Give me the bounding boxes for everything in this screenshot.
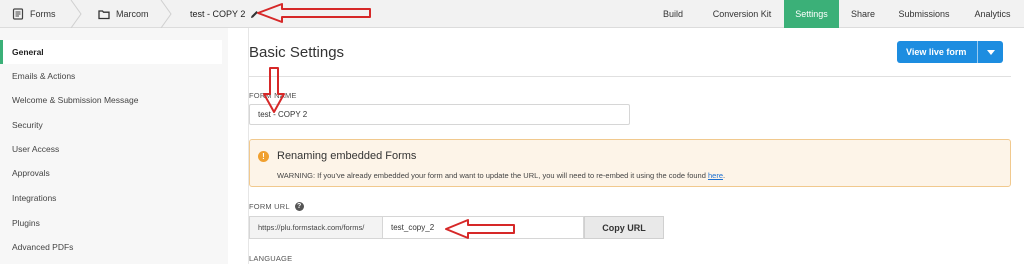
- page-title: Basic Settings: [249, 44, 345, 61]
- annotation-arrow-left: [445, 219, 515, 239]
- form-name-input[interactable]: test - COPY 2: [249, 104, 630, 125]
- view-live-form-label: View live form: [906, 47, 967, 57]
- divider: [249, 76, 1011, 77]
- settings-sidebar: General Emails & Actions Welcome & Submi…: [0, 28, 228, 264]
- tab-submissions[interactable]: Submissions: [887, 0, 961, 28]
- info-icon: !: [258, 151, 269, 162]
- breadcrumb-forms-label: Forms: [30, 9, 56, 19]
- sidebar-item-integrations[interactable]: Integrations: [0, 186, 222, 210]
- breadcrumb-form-title[interactable]: test - COPY 2: [190, 0, 259, 28]
- chevron-down-icon[interactable]: [977, 41, 1003, 63]
- breadcrumb-separator: [70, 0, 82, 29]
- tab-analytics[interactable]: Analytics: [961, 0, 1024, 28]
- form-tabs: Build Conversion Kit Settings Share Subm…: [646, 0, 1024, 28]
- annotation-arrow-down: [263, 67, 285, 113]
- language-label: LANGUAGE: [249, 254, 293, 263]
- folder-icon: [98, 8, 110, 20]
- sidebar-item-emails-actions[interactable]: Emails & Actions: [0, 64, 222, 88]
- alert-here-link[interactable]: here: [708, 171, 723, 180]
- alert-message: WARNING: If you've already embedded your…: [277, 171, 725, 180]
- sidebar-item-welcome-submission[interactable]: Welcome & Submission Message: [0, 88, 222, 112]
- renaming-warning-alert: ! Renaming embedded Forms WARNING: If yo…: [249, 139, 1011, 187]
- tab-share[interactable]: Share: [839, 0, 887, 28]
- view-live-form-button[interactable]: View live form: [897, 41, 1003, 63]
- help-icon[interactable]: ?: [294, 202, 304, 211]
- sidebar-item-advanced-pdfs[interactable]: Advanced PDFs: [0, 235, 222, 259]
- sidebar-item-plugins[interactable]: Plugins: [0, 211, 222, 235]
- breadcrumb-forms[interactable]: Forms: [12, 0, 56, 28]
- forms-icon: [12, 8, 24, 20]
- tab-settings[interactable]: Settings: [784, 0, 839, 28]
- basic-settings-panel: Basic Settings View live form FORM NAME …: [248, 28, 1024, 264]
- sidebar-item-user-access[interactable]: User Access: [0, 137, 222, 161]
- alert-message-end: .: [723, 171, 726, 180]
- form-url-label: FORM URL: [249, 202, 290, 211]
- breadcrumb-folder[interactable]: Marcom: [98, 0, 149, 28]
- form-title-label: test - COPY 2: [190, 9, 246, 19]
- form-url-label-row: FORM URL ?: [249, 202, 304, 211]
- top-navigation: Forms Marcom test - COPY 2 Build Convers…: [0, 0, 1024, 29]
- tab-build[interactable]: Build: [646, 0, 700, 28]
- main-content: Basic Settings View live form FORM NAME …: [228, 28, 1024, 264]
- sidebar-item-approvals[interactable]: Approvals: [0, 161, 222, 185]
- breadcrumb-separator: [160, 0, 172, 29]
- copy-url-button[interactable]: Copy URL: [584, 216, 664, 239]
- sidebar-item-general[interactable]: General: [0, 40, 222, 64]
- sidebar-item-security[interactable]: Security: [0, 113, 222, 137]
- alert-message-text: WARNING: If you've already embedded your…: [277, 171, 708, 180]
- url-prefix: https://plu.formstack.com/forms/: [249, 216, 382, 239]
- tab-conversion-kit[interactable]: Conversion Kit: [700, 0, 784, 28]
- annotation-arrow-left: [257, 3, 371, 23]
- alert-title: Renaming embedded Forms: [277, 150, 417, 162]
- breadcrumb-folder-label: Marcom: [116, 9, 149, 19]
